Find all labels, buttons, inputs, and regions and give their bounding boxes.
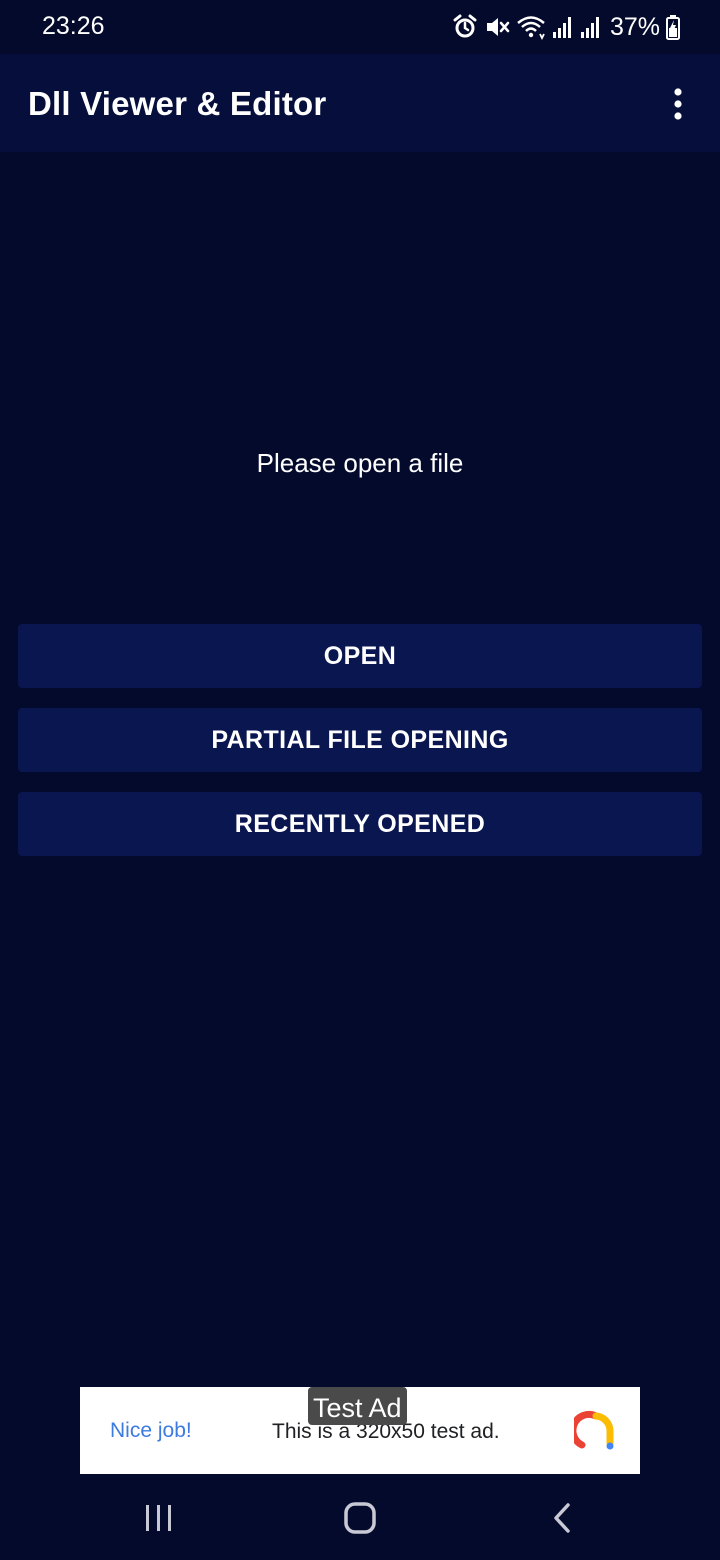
mute-icon <box>486 18 510 36</box>
open-button[interactable]: OPEN <box>18 624 702 688</box>
battery-percent: 37% <box>609 12 660 41</box>
signal-icon <box>580 17 599 38</box>
wifi-icon <box>517 16 545 40</box>
back-icon <box>554 1503 570 1533</box>
test-ad-label: Test Ad <box>308 1387 407 1425</box>
overflow-menu-button[interactable] <box>658 84 698 124</box>
home-icon <box>344 1502 376 1534</box>
status-bar: 23:26 37% <box>0 0 720 54</box>
recently-opened-button[interactable]: RECENTLY OPENED <box>18 792 702 856</box>
recents-button[interactable] <box>135 1494 183 1542</box>
status-icons: 37% <box>452 10 680 44</box>
system-nav-bar <box>0 1474 720 1560</box>
app-bar: Dll Viewer & Editor <box>0 54 720 152</box>
ad-headline[interactable]: Nice job! <box>110 1419 192 1443</box>
ad-banner[interactable]: Nice job! This is a 320x50 test ad. Test… <box>80 1387 640 1474</box>
app-title: Dll Viewer & Editor <box>28 85 327 122</box>
partial-file-opening-label: PARTIAL FILE OPENING <box>211 725 509 754</box>
recents-icon <box>146 1505 171 1531</box>
recently-opened-label: RECENTLY OPENED <box>234 809 486 838</box>
empty-state-message: Please open a file <box>256 448 464 478</box>
home-button[interactable] <box>336 1494 384 1542</box>
status-time: 23:26 <box>42 12 105 40</box>
back-button[interactable] <box>538 1494 586 1542</box>
signal-icon <box>552 17 571 38</box>
more-vert-icon <box>674 88 682 120</box>
admob-logo-icon <box>574 1410 614 1450</box>
partial-file-opening-button[interactable]: PARTIAL FILE OPENING <box>18 708 702 772</box>
battery-charging-icon <box>666 15 680 40</box>
alarm-icon <box>453 14 477 38</box>
open-button-label: OPEN <box>323 641 397 670</box>
